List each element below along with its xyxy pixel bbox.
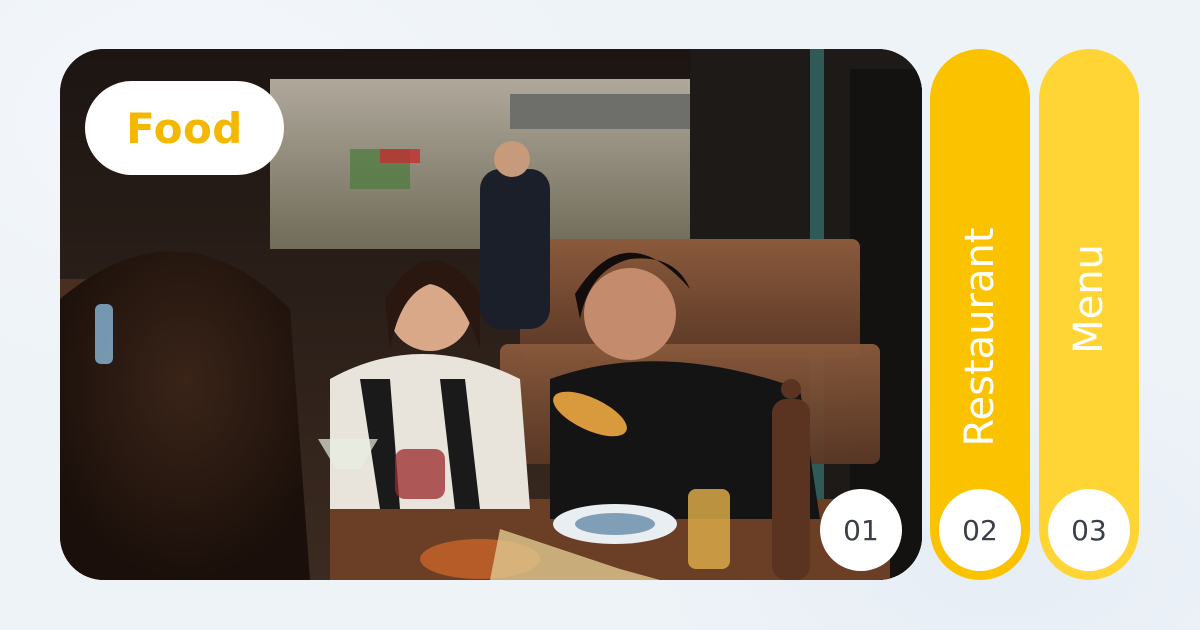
image-accordion: Food 01 Restaurant 02 Menu 03 [60, 49, 1140, 580]
accordion-panel-food[interactable]: Food 01 [60, 49, 922, 580]
tab-label-menu: Menu [1066, 244, 1112, 354]
slide-number-badge: 02 [939, 489, 1021, 571]
accordion-panel-restaurant[interactable]: Restaurant 02 [930, 49, 1030, 580]
slide-title-pill: Food [85, 81, 284, 175]
slide-number-badge: 01 [820, 489, 902, 571]
slide-number-badge: 03 [1048, 489, 1130, 571]
accordion-panel-menu[interactable]: Menu 03 [1039, 49, 1139, 580]
tab-label-restaurant: Restaurant [957, 227, 1003, 447]
